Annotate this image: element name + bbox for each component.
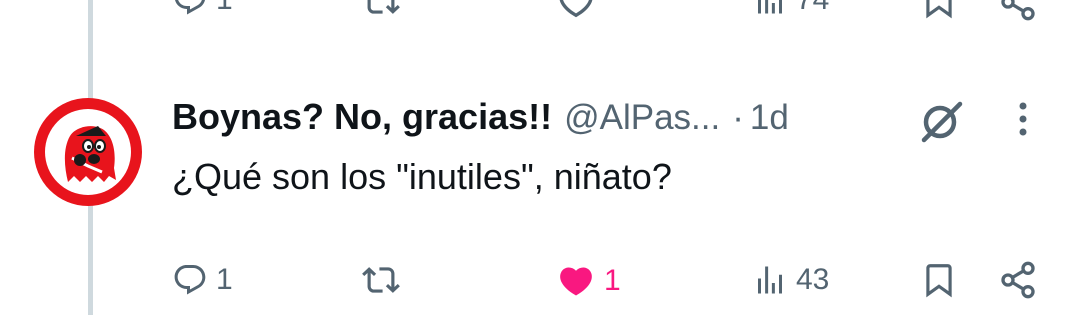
views-button[interactable]: 74 [752,0,829,18]
views-count: 74 [796,0,829,15]
author-display-name[interactable]: Boynas? No, gracias!! [172,96,552,138]
no-ghost-sign-avatar-icon [34,98,142,206]
repost-icon [367,0,400,14]
reply-count: 1 [216,0,233,15]
bookmark-icon [926,0,952,19]
share-nodes-icon [1001,261,1035,299]
author-avatar[interactable] [32,96,144,208]
more-options-button[interactable] [1008,100,1038,145]
reply-icon [175,0,205,15]
like-button[interactable] [556,0,596,22]
author-handle[interactable]: @AlPas... [564,98,720,138]
reply-button[interactable]: 1 [172,262,233,298]
grok-button[interactable] [918,100,966,149]
views-count: 43 [796,263,830,296]
repost-button[interactable] [362,0,400,20]
reply-button[interactable]: 1 [172,0,233,18]
analytics-bars-icon [758,266,782,294]
tweet-header: Boynas? No, gracias!! @AlPas... · 1d [172,96,789,138]
heart-filled-icon [560,267,592,296]
header-separator: · [732,98,744,137]
like-count: 1 [604,264,621,297]
views-button[interactable]: 43 [752,262,829,298]
share-nodes-icon [1001,0,1035,21]
bookmark-icon [926,264,952,298]
repost-button[interactable] [362,261,400,299]
reply-icon [174,265,206,295]
more-vertical-icon [1019,102,1027,136]
repost-icon [362,267,400,293]
tweet-timestamp[interactable]: 1d [750,98,789,138]
tweet-text: ¿Qué son los "inutiles", niñato? [172,156,672,197]
heart-outline-icon [559,0,593,18]
bookmark-button[interactable] [920,261,958,299]
like-button-active[interactable]: 1 [556,262,621,300]
grok-icon [921,101,963,143]
share-button[interactable] [998,260,1038,300]
share-button[interactable] [998,0,1038,22]
reply-count: 1 [216,263,233,296]
analytics-bars-icon [758,0,782,14]
bookmark-button[interactable] [920,0,958,20]
